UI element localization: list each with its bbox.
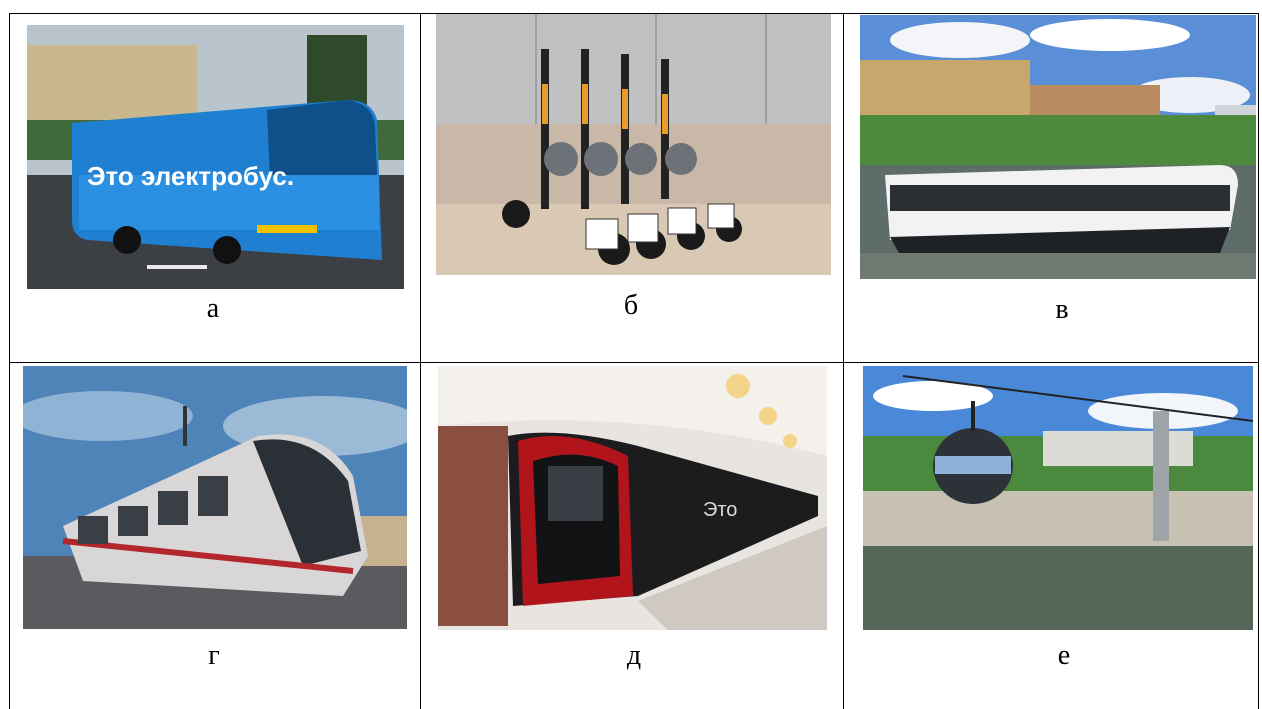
river-tram-photo <box>860 15 1256 279</box>
cable-car-photo <box>863 366 1253 630</box>
cell-v: в <box>844 14 1258 362</box>
metro-photo: Это <box>438 366 827 630</box>
caption-b: б <box>623 290 639 321</box>
caption-d: д <box>626 640 642 671</box>
caption-g: г <box>208 640 220 671</box>
caption-e: е <box>1057 640 1071 671</box>
caption-a: а <box>206 293 220 324</box>
cell-e: е <box>844 363 1258 709</box>
caption-v: в <box>1055 294 1069 325</box>
table-border-right <box>1258 13 1259 709</box>
cell-d: Это д <box>421 363 843 709</box>
transport-table: Это электробус. а б в г Это д е <box>9 13 1259 709</box>
scooters-photo <box>436 14 831 275</box>
bus-slogan: Это электробус. <box>87 161 294 191</box>
bus-photo: Это электробус. <box>27 25 404 289</box>
train-slogan: Это <box>703 499 737 521</box>
cell-b: б <box>421 14 843 362</box>
cell-a: Это электробус. а <box>10 14 420 362</box>
cell-g: г <box>10 363 420 709</box>
tram-photo <box>23 366 407 629</box>
